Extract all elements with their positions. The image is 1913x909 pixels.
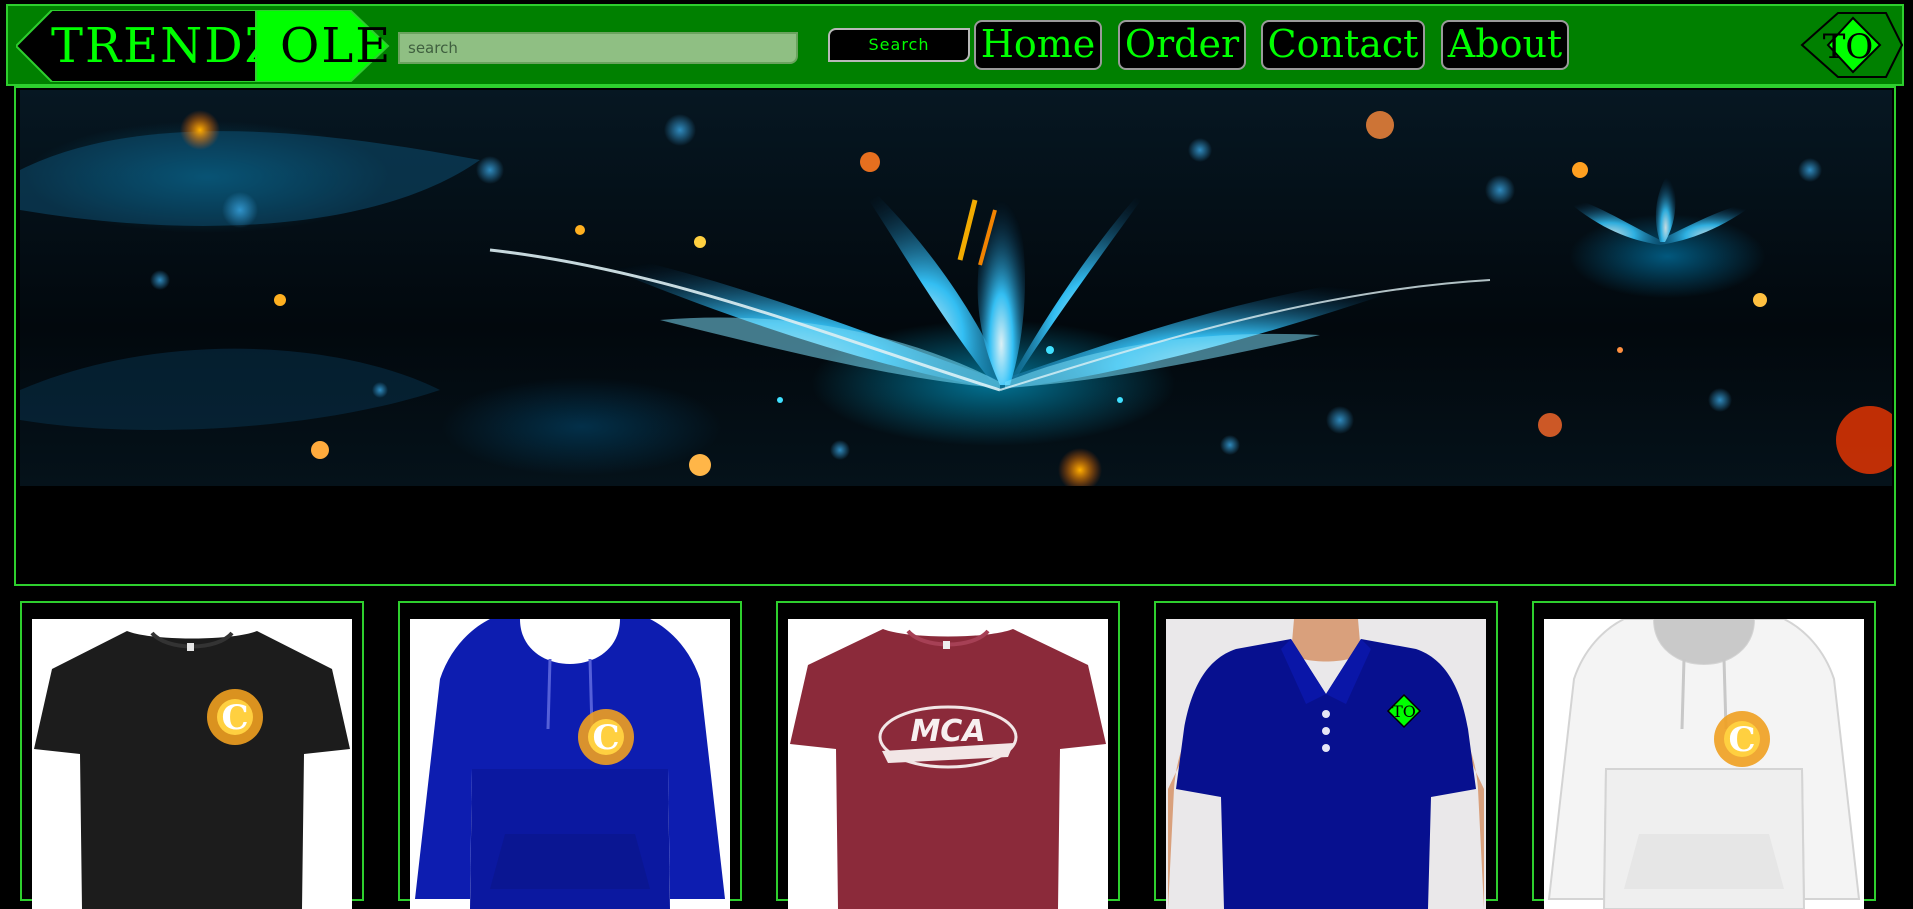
blue-polo-shirt-icon: TO (1168, 619, 1484, 909)
hero-banner (14, 86, 1896, 586)
corner-logo[interactable]: TO (1796, 10, 1906, 80)
product-card[interactable]: TO (1154, 601, 1498, 909)
search-button[interactable]: Search (828, 28, 970, 62)
glowing-flower-illustration (20, 110, 1892, 486)
product-card[interactable]: C (1532, 601, 1876, 909)
corner-logo-badge: TO (1800, 12, 1904, 78)
logo-text-accent: OLE (280, 18, 393, 74)
mca-print-text: MCA (910, 714, 985, 749)
logo-text: TRENDZOLE (51, 18, 392, 74)
polo-logo-text: TO (1392, 702, 1416, 721)
site-logo[interactable]: TRENDZOLE (16, 10, 390, 82)
corner-logo-text: TO (1823, 27, 1874, 67)
hero-image (20, 90, 1892, 486)
nav-contact-button[interactable]: Contact (1261, 20, 1425, 70)
blue-hoodie-icon: C (415, 619, 725, 909)
search-input[interactable] (398, 32, 798, 64)
maroon-tshirt-icon: MCA (790, 629, 1106, 909)
svg-text:C: C (221, 698, 248, 738)
product-image: C (410, 619, 730, 909)
product-card[interactable]: MCA (776, 601, 1120, 909)
nav-about-button[interactable]: About (1441, 20, 1569, 70)
svg-text:C: C (1728, 720, 1755, 760)
header-bar: TRENDZOLE Search Home Order Contact Abou… (6, 4, 1904, 86)
product-image: TO (1166, 619, 1486, 909)
product-card[interactable]: C (20, 601, 364, 909)
svg-text:C: C (592, 718, 619, 758)
product-image: MCA (788, 619, 1108, 909)
logo-text-main: TRENDZ (51, 18, 281, 74)
nav-home-button[interactable]: Home (974, 20, 1102, 70)
white-hoodie-icon: C (1547, 619, 1861, 909)
nav-order-button[interactable]: Order (1118, 20, 1246, 70)
product-image: C (32, 619, 352, 909)
product-image: C (1544, 619, 1864, 909)
black-tshirt-icon: C (34, 631, 350, 909)
product-card[interactable]: C (398, 601, 742, 909)
